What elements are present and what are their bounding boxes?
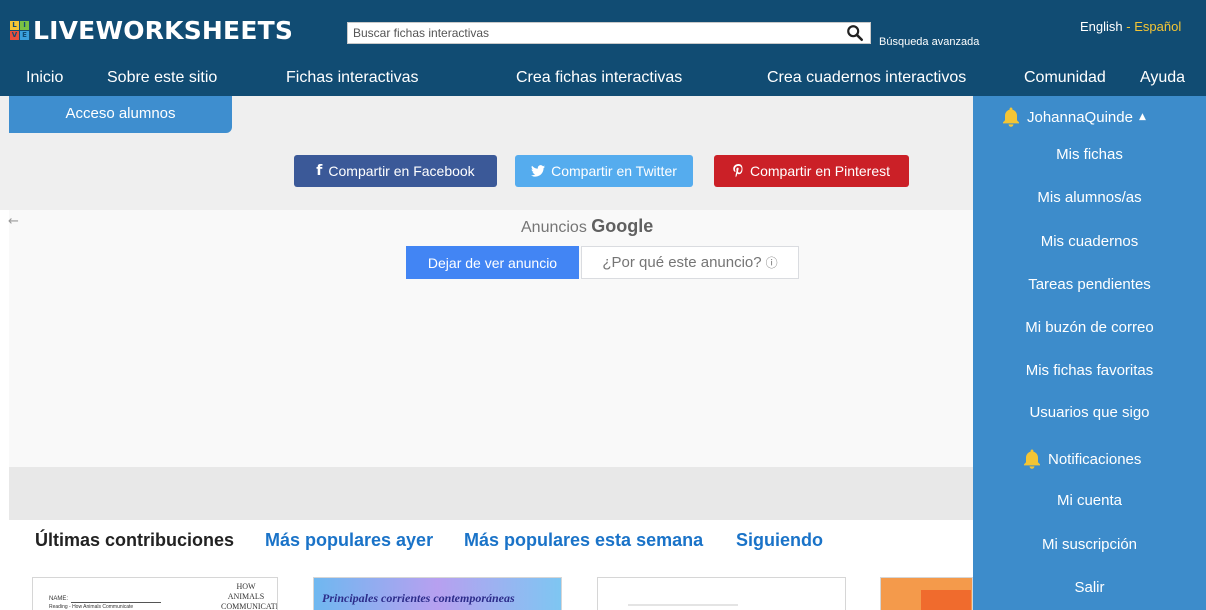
- search-icon[interactable]: [846, 24, 864, 42]
- ad-title-prefix: Anuncios: [521, 219, 587, 236]
- lang-spanish[interactable]: Español: [1134, 19, 1181, 34]
- username: JohannaQuinde: [1027, 108, 1133, 126]
- logo-blocks: L I V E: [10, 20, 29, 40]
- share-facebook-label: Compartir en Facebook: [328, 163, 475, 179]
- sidebar-item-salir[interactable]: Salir: [973, 579, 1206, 596]
- search-box: [347, 22, 871, 44]
- why-this-ad-button[interactable]: ¿Por qué este anuncio? ⓘ: [581, 246, 799, 279]
- lang-english[interactable]: English: [1080, 19, 1123, 34]
- facebook-icon: f: [316, 163, 323, 179]
- nav-inicio[interactable]: Inicio: [26, 69, 63, 87]
- nav-comunidad[interactable]: Comunidad: [1024, 69, 1106, 87]
- sidebar-item-notificaciones[interactable]: Notificaciones: [1022, 446, 1141, 472]
- stop-seeing-ad-button[interactable]: Dejar de ver anuncio: [406, 246, 579, 279]
- sidebar-item-mis-fichas[interactable]: Mis fichas: [973, 146, 1206, 163]
- tab-following[interactable]: Siguiendo: [736, 530, 823, 551]
- ad-title-brand: Google: [591, 216, 654, 236]
- tab-latest[interactable]: Últimas contribuciones: [35, 530, 234, 551]
- logo-letter-v: V: [10, 30, 19, 40]
- main-nav: Inicio Sobre este sitio Fichas interacti…: [0, 62, 1206, 96]
- notifications-label: Notificaciones: [1048, 450, 1142, 468]
- back-arrow-icon[interactable]: ←: [8, 214, 19, 229]
- share-twitter-button[interactable]: Compartir en Twitter: [515, 155, 693, 187]
- thumb-reading: Reading - How Animals Communicate: [49, 604, 134, 610]
- share-pinterest-button[interactable]: Compartir en Pinterest: [714, 155, 909, 187]
- thumb-name-line: [71, 602, 161, 603]
- nav-ayuda[interactable]: Ayuda: [1140, 69, 1185, 87]
- nav-crea-fichas[interactable]: Crea fichas interactivas: [516, 69, 682, 87]
- why-this-ad-label: ¿Por qué este anuncio?: [602, 254, 762, 271]
- sidebar-item-mi-cuenta[interactable]: Mi cuenta: [973, 492, 1206, 509]
- student-access-button[interactable]: Acceso alumnos: [9, 96, 232, 133]
- worksheet-thumbnail[interactable]: [597, 577, 846, 610]
- nav-fichas-interactivas[interactable]: Fichas interactivas: [286, 69, 419, 87]
- advanced-search-link[interactable]: Búsqueda avanzada: [879, 36, 979, 48]
- bell-icon: [1024, 449, 1040, 469]
- search-input[interactable]: [348, 23, 838, 43]
- user-menu-toggle[interactable]: JohannaQuinde ▲: [1001, 104, 1146, 130]
- logo-letter-i: I: [20, 20, 29, 30]
- logo-letter-e: E: [20, 30, 29, 40]
- bell-icon: [1003, 107, 1019, 127]
- tab-popular-yesterday[interactable]: Más populares ayer: [265, 530, 433, 551]
- sidebar-item-mis-cuadernos[interactable]: Mis cuadernos: [973, 233, 1206, 250]
- sidebar-item-fichas-favoritas[interactable]: Mis fichas favoritas: [973, 362, 1206, 379]
- twitter-icon: [531, 165, 546, 177]
- ad-title: Anuncios Google: [521, 216, 653, 237]
- user-sidebar: [973, 96, 1206, 610]
- sidebar-item-mis-alumnos[interactable]: Mis alumnos/as: [973, 189, 1206, 206]
- language-switch: English - Español: [1080, 19, 1181, 34]
- thumb-image: [921, 590, 971, 610]
- lang-separator: -: [1126, 19, 1131, 34]
- pinterest-icon: [733, 164, 743, 178]
- worksheet-thumbnail[interactable]: Principales corrientes contemporáneas: [313, 577, 562, 610]
- share-pinterest-label: Compartir en Pinterest: [749, 163, 891, 179]
- info-icon: ⓘ: [765, 256, 778, 270]
- thumb-title: Principales corrientes contemporáneas: [322, 591, 515, 605]
- logo-letter-l: L: [10, 20, 19, 30]
- sidebar-item-buzon[interactable]: Mi buzón de correo: [973, 319, 1206, 336]
- thumb-faint-text: [628, 604, 738, 606]
- gray-strip: [9, 467, 973, 520]
- nav-sobre-este-sitio[interactable]: Sobre este sitio: [107, 69, 217, 87]
- sidebar-item-mi-suscripcion[interactable]: Mi suscripción: [973, 536, 1206, 553]
- sidebar-item-usuarios-que-sigo[interactable]: Usuarios que sigo: [973, 404, 1206, 421]
- nav-crea-cuadernos[interactable]: Crea cuadernos interactivos: [767, 69, 966, 87]
- thumb-name-label: NAME:: [49, 596, 69, 602]
- logo-text: LIVEWORKSHEETS: [33, 15, 294, 45]
- sidebar-item-tareas-pendientes[interactable]: Tareas pendientes: [973, 276, 1206, 293]
- thumb-title: HOW ANIMALS COMMUNICATE: [221, 582, 278, 610]
- worksheet-thumbnail[interactable]: [880, 577, 973, 610]
- logo[interactable]: L I V E LIVEWORKSHEETS: [10, 12, 293, 48]
- share-twitter-label: Compartir en Twitter: [551, 163, 677, 179]
- caret-up-icon: ▲: [1138, 112, 1146, 122]
- tab-popular-week[interactable]: Más populares esta semana: [464, 530, 703, 551]
- worksheet-thumbnail[interactable]: NAME: Reading - How Animals Communicate …: [32, 577, 278, 610]
- share-facebook-button[interactable]: f Compartir en Facebook: [294, 155, 497, 187]
